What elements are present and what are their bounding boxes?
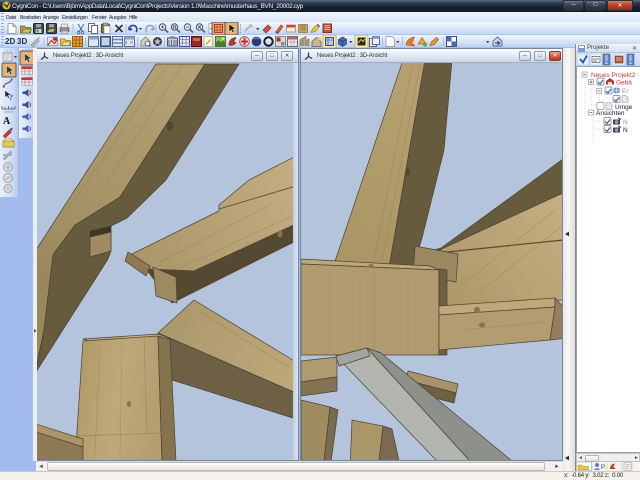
svg-text:3D: 3D [17,37,27,46]
svg-text:N: N [623,127,628,134]
svg-text:?: ? [9,93,13,102]
svg-text:Er: Er [622,88,629,95]
svg-text:A: A [3,116,11,127]
svg-text:Ansichten: Ansichten [596,110,625,117]
svg-text:Gebä: Gebä [616,80,632,87]
svg-text:N: N [623,119,628,126]
svg-text:2D: 2D [5,37,15,46]
